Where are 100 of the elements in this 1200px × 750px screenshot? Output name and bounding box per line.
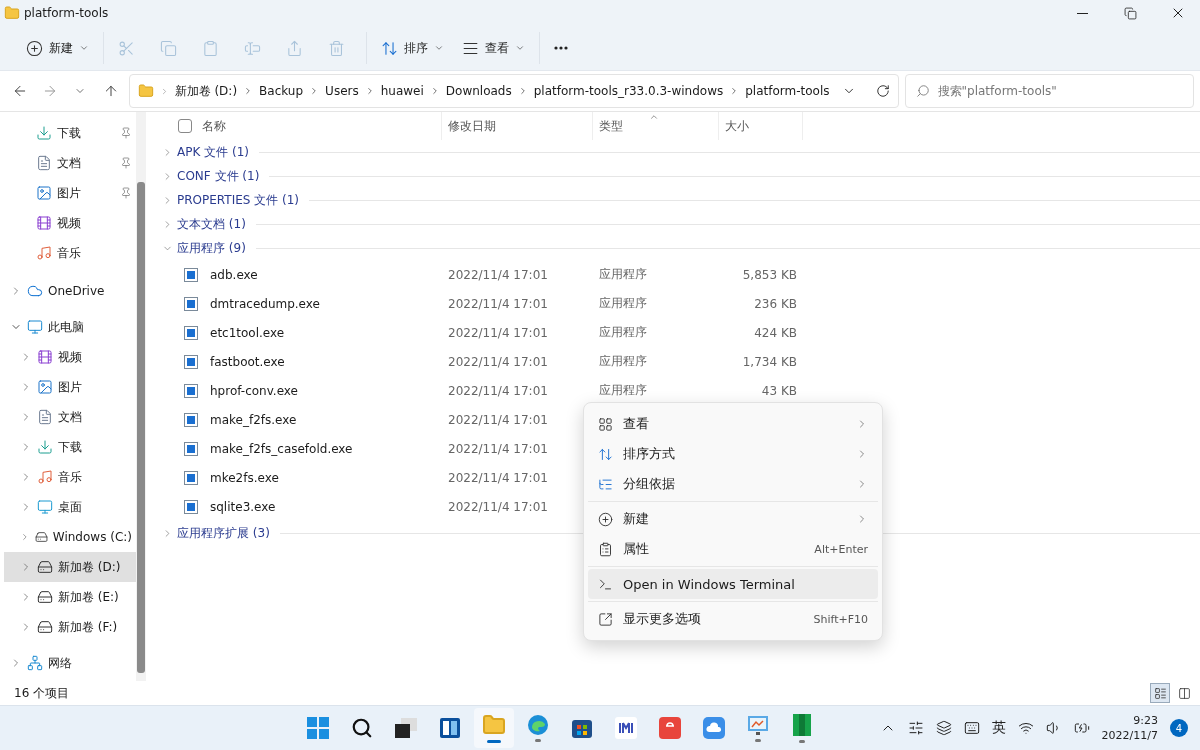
breadcrumb[interactable]: 新加卷 (D:) — [174, 82, 238, 100]
details-view-button[interactable] — [1150, 683, 1170, 703]
file-name[interactable]: make_f2fs_casefold.exe — [204, 441, 353, 456]
breadcrumb[interactable]: platform-tools_r33.0.3-windows — [533, 84, 724, 98]
folder-icon — [481, 713, 506, 737]
sidebar-label: 下载 — [57, 124, 82, 142]
application-icon — [184, 296, 198, 311]
table-cell-text: 2022/11/4 17:01 — [447, 441, 549, 456]
sidebar-label: Windows (C:) — [52, 530, 132, 544]
menu-item[interactable]: 查看 — [588, 409, 878, 439]
shortcut-text: Shift+F10 — [813, 612, 868, 626]
sidebar-item[interactable]: OneDrive — [4, 276, 136, 306]
scrollbar-thumb[interactable] — [137, 182, 145, 673]
group-header[interactable]: CONF 文件 (1) — [152, 164, 1200, 188]
file-name[interactable]: adb.exe — [204, 267, 258, 282]
sidebar-item[interactable]: 视频 — [4, 342, 136, 372]
sidebar-item[interactable]: 音乐 — [4, 238, 136, 268]
sidebar-item[interactable]: 新加卷 (F:) — [4, 612, 136, 642]
sidebar-item[interactable]: 音乐 — [4, 462, 136, 492]
menu-item[interactable]: 新建 — [588, 504, 878, 534]
group-header[interactable]: APK 文件 (1) — [152, 140, 1200, 164]
file-name[interactable]: dmtracedump.exe — [204, 296, 320, 311]
application-icon — [184, 267, 198, 282]
sidebar-item[interactable]: 新加卷 (E:) — [4, 582, 136, 612]
menu-item[interactable]: 排序方式 — [588, 439, 878, 469]
menu-item[interactable]: 属性 Alt+Enter — [588, 534, 878, 564]
sidebar-item[interactable]: 此电脑 — [4, 312, 136, 342]
sidebar-item[interactable]: 视频 — [4, 208, 136, 238]
sidebar-item[interactable]: 图片 — [4, 178, 136, 208]
file-name[interactable]: hprof-conv.exe — [204, 383, 298, 398]
address-bar[interactable]: 新加卷 (D:) Backup Users huawei Downloads platform-tools_r33.0.3-windows platform-tools — [128, 74, 899, 108]
column-header[interactable]: 修改日期 — [442, 112, 593, 140]
sidebar-item[interactable]: 新加卷 (D:) — [4, 552, 136, 582]
sort-button[interactable]: 排序 — [375, 32, 450, 64]
table-cell-text: 应用程序 — [598, 382, 648, 399]
sidebar-item[interactable]: 图片 — [4, 372, 136, 402]
group-header[interactable]: 文本文档 (1) — [152, 212, 1200, 236]
task-view-icon — [394, 718, 417, 738]
menu-item[interactable]: Open in Windows Terminal — [588, 569, 878, 599]
sidebar-label: 视频 — [57, 214, 82, 232]
sidebar-item[interactable]: 文档 — [4, 148, 136, 178]
column-header[interactable]: 类型 — [593, 112, 719, 140]
sort-icon — [598, 446, 613, 462]
rename-icon — [244, 39, 261, 57]
sidebar-item[interactable]: 文档 — [4, 402, 136, 432]
search-icon — [915, 84, 930, 98]
music-icon — [37, 469, 53, 485]
application-icon — [184, 441, 198, 456]
refresh-icon — [875, 84, 890, 98]
file-name[interactable]: etc1tool.exe — [204, 325, 285, 340]
drive-icon — [34, 529, 48, 545]
table-cell-text: 1,734 KB — [741, 354, 798, 369]
restore-icon — [1123, 6, 1137, 20]
video-icon — [37, 349, 53, 365]
breadcrumb[interactable]: Downloads — [445, 84, 512, 98]
table-cell-text: 424 KB — [753, 325, 798, 340]
group-header[interactable]: PROPERTIES 文件 (1) — [152, 188, 1200, 212]
file-name[interactable]: mke2fs.exe — [204, 470, 279, 485]
file-name[interactable]: make_f2fs.exe — [204, 412, 297, 427]
sidebar-label: 图片 — [58, 378, 83, 396]
sidebar-label: 音乐 — [57, 244, 82, 262]
tiles-icon — [1177, 686, 1191, 700]
select-all-checkbox[interactable] — [178, 119, 192, 133]
copy-icon — [160, 39, 177, 57]
application-icon — [184, 354, 198, 369]
input-method[interactable]: 英 — [991, 719, 1006, 737]
notification-badge[interactable]: 4 — [1170, 719, 1188, 737]
column-header[interactable]: 名称 — [152, 112, 442, 140]
menu-item[interactable]: 显示更多选项 Shift+F10 — [588, 604, 878, 634]
breadcrumb[interactable]: Backup — [259, 84, 304, 98]
file-name[interactable]: sqlite3.exe — [204, 499, 276, 514]
breadcrumb[interactable]: platform-tools — [745, 84, 830, 98]
table-cell-text: 2022/11/4 17:01 — [447, 325, 549, 340]
breadcrumb[interactable]: Users — [325, 84, 359, 98]
app-logo-icon — [614, 717, 637, 739]
new-button[interactable]: 新建 — [20, 32, 95, 64]
file-name[interactable]: fastboot.exe — [204, 354, 285, 369]
group-header[interactable]: 应用程序 (9) — [152, 236, 1200, 260]
sidebar-item[interactable]: 网络 — [4, 648, 136, 678]
menu-item[interactable]: 分组依据 — [588, 469, 878, 499]
folder-icon — [4, 5, 20, 21]
edge-icon — [526, 714, 549, 736]
book-icon — [790, 713, 813, 737]
sidebar-item[interactable]: 桌面 — [4, 492, 136, 522]
picture-icon — [37, 379, 53, 395]
music-icon — [36, 245, 52, 261]
column-header[interactable]: 大小 — [719, 112, 803, 140]
wifi-icon — [1017, 720, 1034, 736]
sidebar-item[interactable]: 下载 — [4, 118, 136, 148]
clock[interactable]: 9:23 2022/11/7 — [1101, 713, 1158, 743]
sidebar-item[interactable]: 下载 — [4, 432, 136, 462]
search-field[interactable]: 搜索"platform-tools" — [904, 74, 1194, 108]
sidebar-item[interactable]: Windows (C:) — [4, 522, 136, 552]
sidebar-label: 图片 — [57, 184, 82, 202]
table-cell-text: 应用程序 — [598, 295, 648, 312]
table-cell-text: 43 KB — [760, 383, 798, 398]
whiteboard-icon — [746, 714, 769, 736]
breadcrumb[interactable]: huawei — [380, 84, 424, 98]
view-button[interactable]: 查看 — [456, 32, 531, 64]
application-icon — [184, 499, 198, 514]
